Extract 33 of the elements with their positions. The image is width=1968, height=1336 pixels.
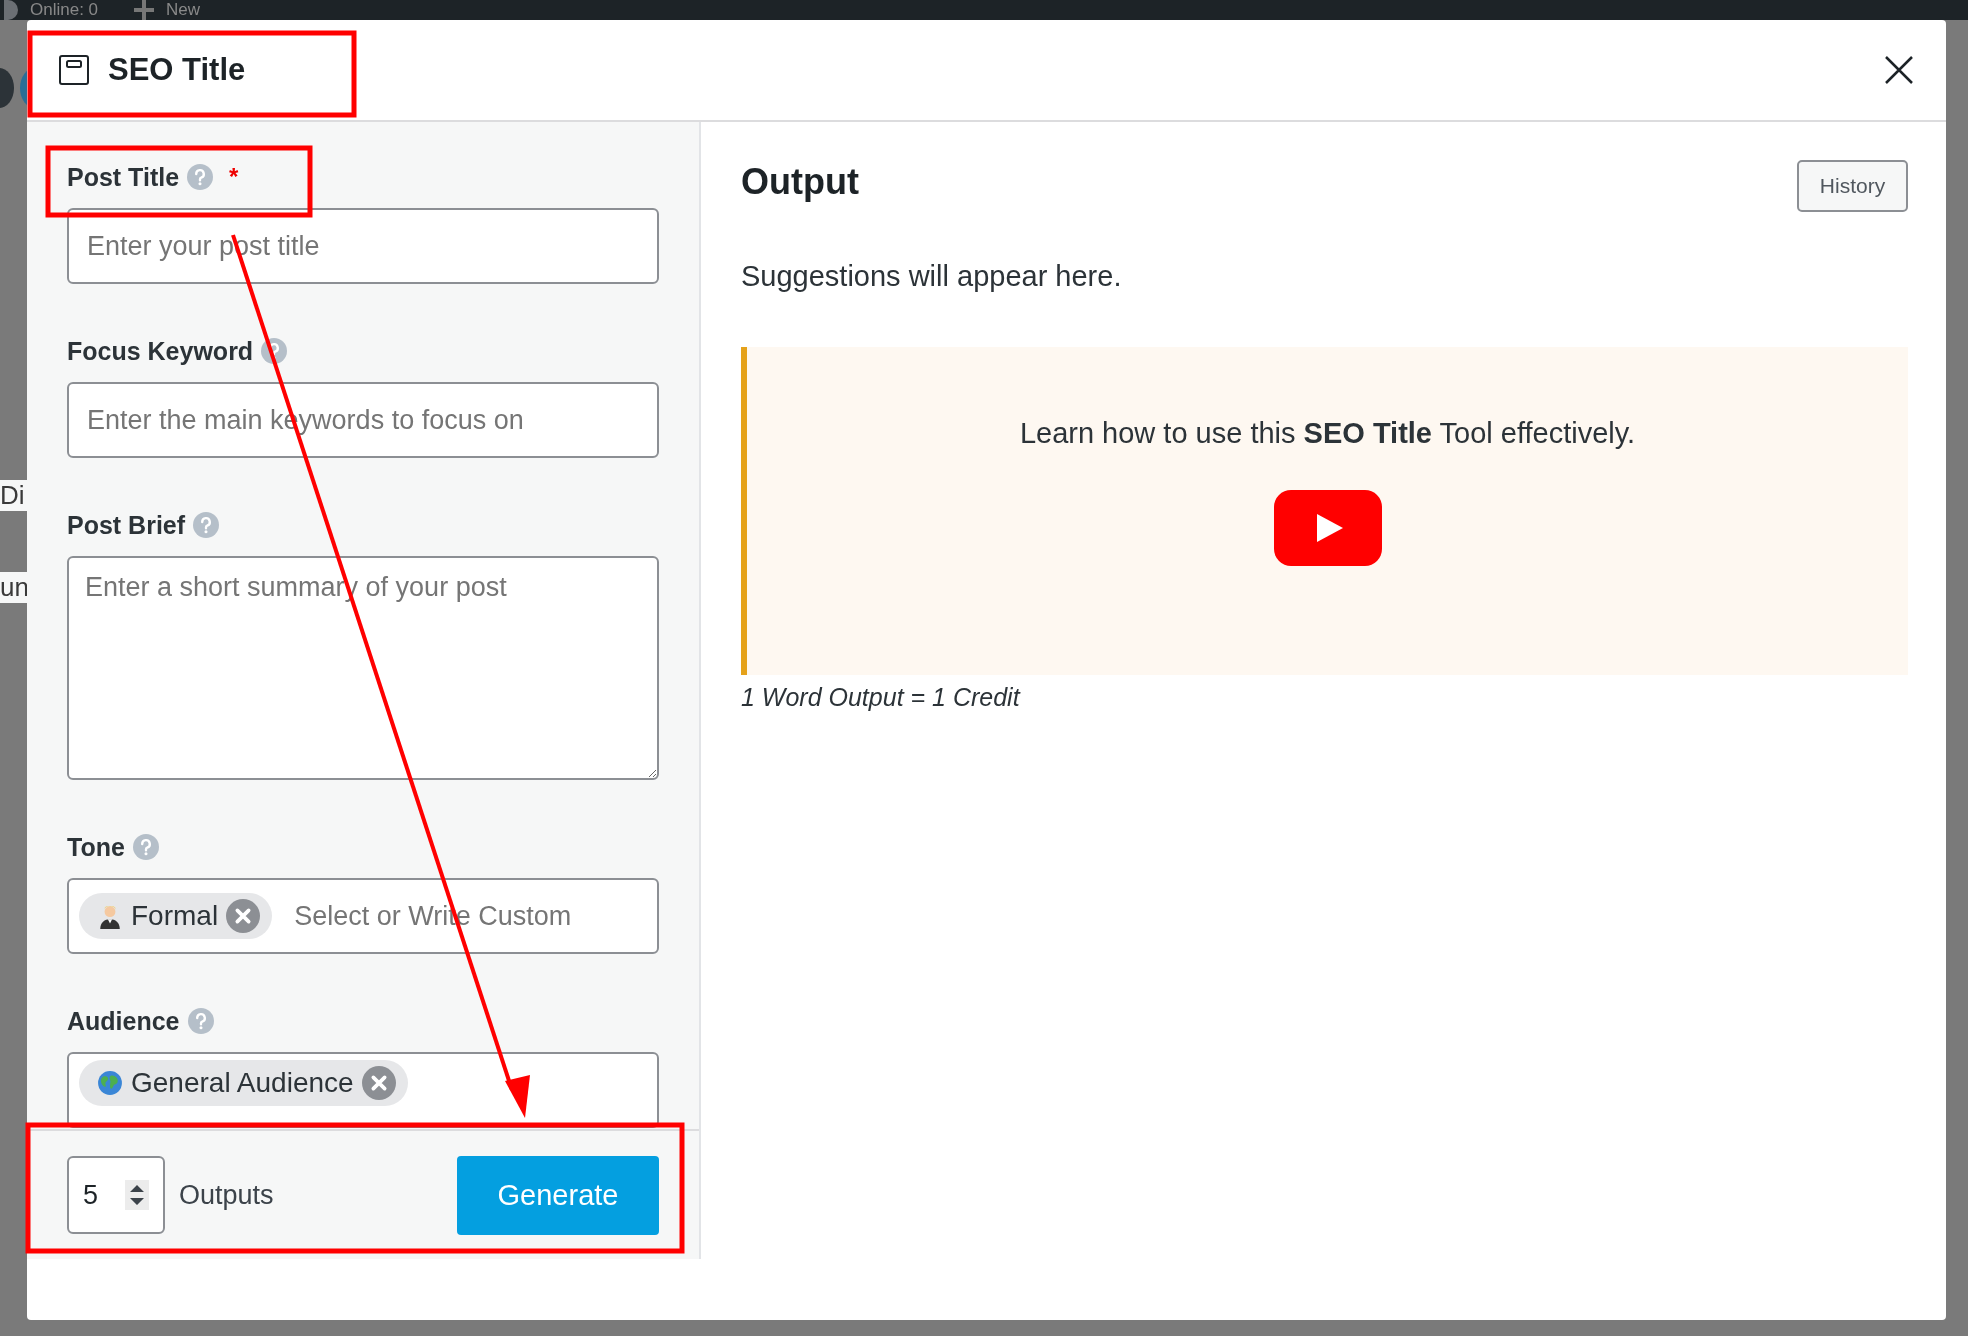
play-button-icon[interactable]	[1273, 490, 1382, 566]
credit-note: 1 Word Output = 1 Credit	[741, 683, 1022, 712]
field-label: Focus Keyword	[67, 336, 254, 366]
globe-icon	[97, 1070, 123, 1096]
field-label: Post Brief	[67, 510, 186, 540]
help-icon[interactable]	[193, 512, 220, 538]
tutorial-text: Learn how to use this SEO Title Tool effectively.	[1019, 417, 1636, 450]
window-icon	[58, 54, 90, 86]
online-count: Online: 0	[30, 0, 99, 20]
help-icon[interactable]	[187, 1008, 214, 1034]
modal-title: SEO Title	[108, 52, 246, 88]
person-icon	[97, 903, 123, 929]
output-heading: Output	[741, 161, 859, 203]
close-icon[interactable]	[1884, 55, 1914, 85]
help-icon[interactable]	[132, 834, 159, 860]
tag-label: Formal	[131, 900, 219, 932]
logo-icon	[4, 0, 18, 20]
plus-icon[interactable]	[134, 0, 155, 20]
history-button[interactable]: History	[1797, 160, 1908, 212]
remove-icon[interactable]	[361, 1066, 396, 1100]
field-label: Audience	[67, 1006, 180, 1036]
help-icon[interactable]	[187, 164, 214, 190]
empty-message: Suggestions will appear here.	[741, 260, 1123, 293]
tag-label: General Audience	[131, 1067, 354, 1099]
remove-icon[interactable]	[226, 899, 261, 933]
new-link[interactable]: New	[166, 0, 201, 20]
help-icon[interactable]	[261, 338, 288, 364]
spinner-icon[interactable]	[125, 1180, 149, 1210]
field-label: Post Title	[67, 162, 180, 192]
outputs-label: Outputs	[179, 1179, 274, 1211]
field-label: Tone	[67, 832, 125, 862]
outputs-number-field[interactable]: 5	[67, 1156, 165, 1234]
required-mark: *	[229, 163, 239, 191]
